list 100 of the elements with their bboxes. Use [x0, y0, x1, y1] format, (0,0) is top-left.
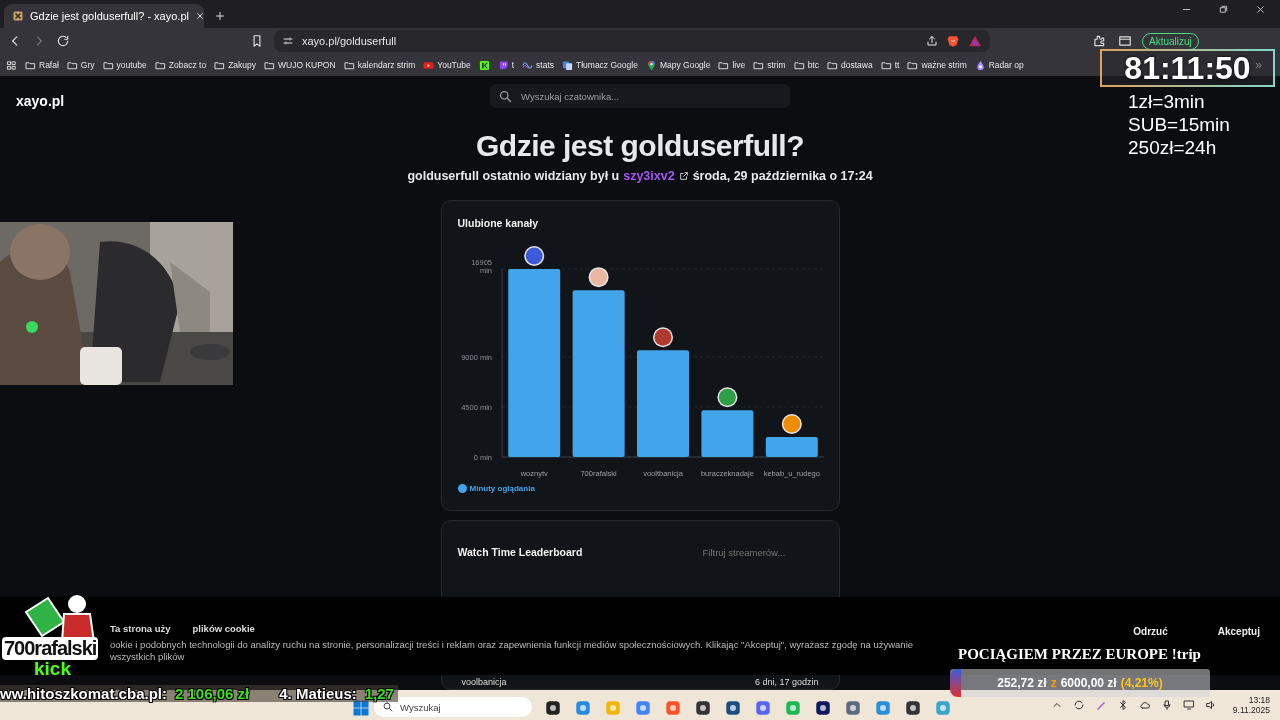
- drop-icon: [974, 59, 986, 71]
- external-link-icon[interactable]: [678, 171, 689, 181]
- browser-tab[interactable]: Gdzie jest golduserfull? - xayo.pl: [4, 4, 204, 28]
- search-field[interactable]: Wyszukaj czatownika...: [490, 84, 790, 108]
- plus-icon[interactable]: [214, 10, 226, 22]
- rate-text: SUB=15min: [1128, 113, 1230, 136]
- goal-title: POCIĄGIEM PRZEZ EUROPE !trip: [958, 646, 1201, 663]
- close-icon[interactable]: [194, 11, 205, 21]
- cookie-title: plików cookie: [192, 623, 255, 634]
- bookmark[interactable]: stats: [522, 59, 554, 71]
- folder-icon: [753, 59, 765, 71]
- app-icon[interactable]: [904, 699, 922, 717]
- bookmark[interactable]: Radar op: [974, 59, 1024, 71]
- avatar-icon: [716, 387, 737, 408]
- channel-logo-text: 700rafalski: [2, 637, 99, 660]
- goal-target: 6000,00 zł: [1060, 676, 1117, 690]
- microphone-icon[interactable]: [1160, 699, 1173, 711]
- bookmark[interactable]: kalendarz strim: [343, 59, 416, 71]
- bookmark[interactable]: Tłumacz Google: [562, 59, 638, 71]
- folder-icon: [66, 59, 78, 71]
- cookie-text: ookie i podobnych technologii do analizy ruchu na stronie, personalizacji treści i reklam oraz zapewnienia funkcji mediów społecznościowych. Klikając "Akceptuj", wyrażasz zgodę na używanie wszystkich plików: [110, 639, 915, 664]
- chat-icon: [497, 59, 509, 71]
- share-icon[interactable]: [926, 35, 938, 47]
- rate-text: 1zł=3min: [1128, 90, 1206, 113]
- puzzle-icon[interactable]: [1092, 34, 1106, 48]
- cloud-icon[interactable]: [1138, 699, 1151, 711]
- triangle-icon[interactable]: [968, 34, 982, 48]
- bookmark[interactable]: t: [497, 59, 515, 71]
- bookmark[interactable]: live: [718, 59, 746, 71]
- card-title: Ulubione kanały: [457, 217, 540, 229]
- restore-icon[interactable]: [1218, 4, 1229, 15]
- address-bar[interactable]: xayo.pl/golduserfull: [274, 30, 990, 52]
- apps-grid-icon[interactable]: [6, 59, 17, 71]
- app-icon[interactable]: [544, 699, 562, 717]
- clock-date[interactable]: 9.11.2025: [1232, 705, 1270, 715]
- channel-link[interactable]: szy3ixv2: [623, 169, 675, 183]
- bar: [765, 437, 818, 457]
- search-icon: [382, 701, 394, 713]
- folder-icon: [718, 59, 730, 71]
- folder-icon: [264, 59, 275, 71]
- bookmark[interactable]: Mapy Google: [645, 59, 711, 71]
- avatar-icon: [781, 414, 802, 434]
- bookmark[interactable]: Gry: [66, 59, 95, 71]
- watch-time: 6 dni, 17 godzin: [754, 677, 819, 687]
- bookmark[interactable]: tt: [880, 59, 900, 71]
- bookmark[interactable]: Rafał: [25, 59, 59, 71]
- video-play-icon: [423, 59, 435, 71]
- search-icon: [498, 88, 513, 104]
- card-title: Watch Time Leaderboard: [457, 546, 583, 558]
- rate-text: 250zł=24h: [1128, 136, 1218, 159]
- monitor-icon[interactable]: [1182, 699, 1195, 711]
- folder-icon: [25, 59, 36, 71]
- folder-icon: [907, 59, 919, 71]
- goal-separator: z: [1050, 676, 1057, 690]
- bookmark[interactable]: youtube: [102, 59, 147, 71]
- bookmark[interactable]: Zobacz to: [154, 59, 207, 71]
- page-title: Gdzie jest golduserfull?: [475, 129, 804, 163]
- bookmark[interactable]: WUJO KUPON: [264, 59, 336, 71]
- logo-icon[interactable]: [478, 59, 490, 71]
- favicon-icon: [12, 10, 24, 22]
- last-seen-date: środa, 29 października o 17:24: [692, 169, 873, 183]
- folder-icon: [793, 59, 805, 71]
- sync-icon[interactable]: [1072, 699, 1085, 711]
- cookie-button[interactable]: Akceptuj: [1217, 623, 1260, 639]
- folder-icon: [102, 59, 114, 71]
- app-icon[interactable]: [694, 699, 712, 717]
- avatar-icon: [588, 267, 609, 288]
- wave-icon: [522, 59, 534, 71]
- folder-icon: [154, 59, 166, 71]
- more-bookmarks[interactable]: »: [1255, 58, 1262, 72]
- bookmark[interactable]: strim: [753, 59, 786, 71]
- bookmark[interactable]: Zakupy: [214, 59, 256, 71]
- last-seen-text: golduserfull ostatnio widziany był u: [407, 169, 620, 183]
- volume-icon[interactable]: [1204, 699, 1217, 711]
- bookmark[interactable]: btc: [793, 59, 819, 71]
- cookie-title: Ta strona uży: [110, 623, 171, 634]
- cookie-button[interactable]: Odrzuć: [1133, 623, 1168, 639]
- clock-time[interactable]: 13:18: [1248, 695, 1270, 705]
- site-logo[interactable]: xayo.pl: [16, 93, 65, 109]
- app-icon[interactable]: [724, 699, 742, 717]
- bookmark[interactable]: dostawa: [827, 59, 873, 71]
- translate-icon: [562, 59, 573, 71]
- bookmark[interactable]: ważne strim: [907, 59, 967, 71]
- streamer-name: voolbanicja: [461, 677, 507, 687]
- folder-icon: [880, 59, 892, 71]
- bar: [700, 410, 753, 457]
- filter-field[interactable]: Filtruj streamerów...: [702, 543, 823, 561]
- app-icon[interactable]: [814, 699, 832, 717]
- folder-icon: [343, 59, 355, 71]
- reload-icon[interactable]: [56, 34, 70, 48]
- ticker-text: ww.hitoszkomat.cba.pl: 2 106,06 zł: [0, 685, 250, 702]
- bookmark[interactable]: YouTube: [423, 59, 471, 71]
- window-icon[interactable]: [1118, 34, 1132, 48]
- tune-icon: [282, 35, 294, 47]
- goal-raised: 252,72 zł: [997, 676, 1047, 690]
- close-icon[interactable]: [1255, 4, 1266, 15]
- bookmark-icon[interactable]: [250, 34, 264, 48]
- avatar-icon: [523, 246, 544, 266]
- folder-icon: [214, 59, 226, 71]
- legend-label: Minuty oglądania: [469, 484, 535, 493]
